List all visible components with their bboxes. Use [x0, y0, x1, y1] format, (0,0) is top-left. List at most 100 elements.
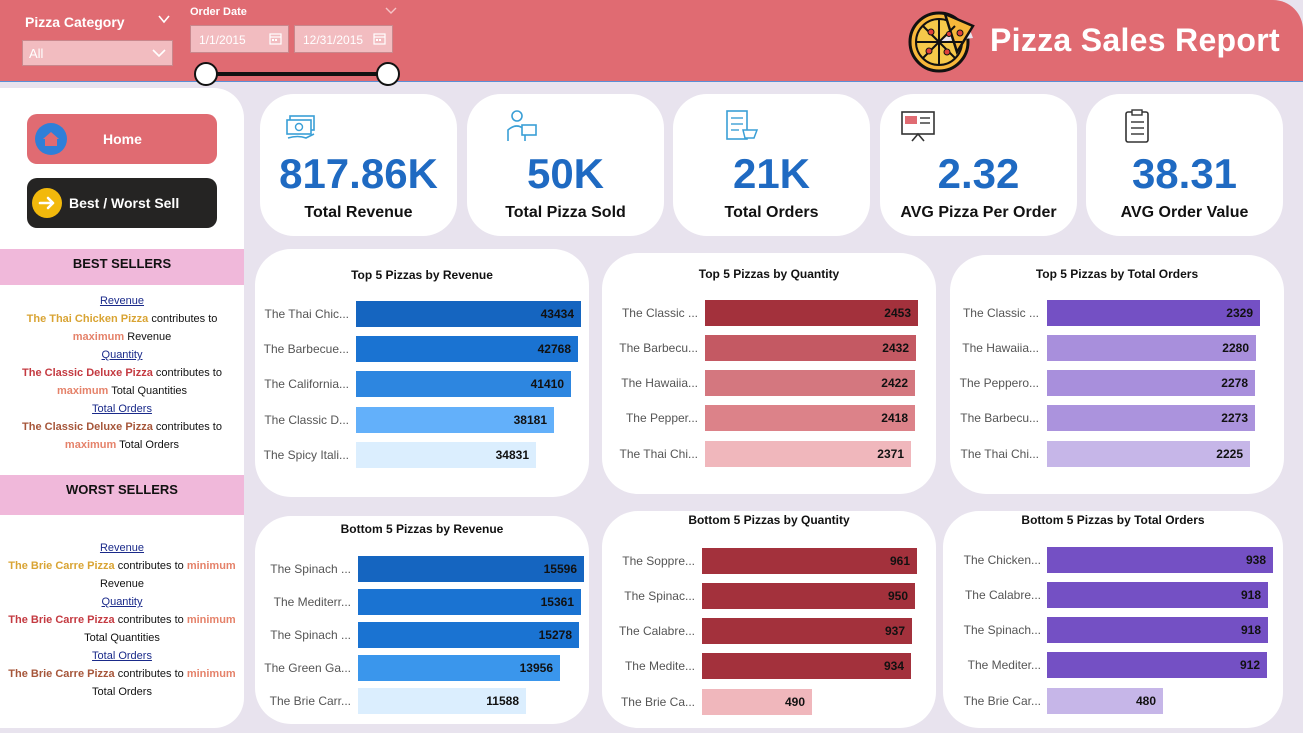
chart-data-label: 38181 — [513, 413, 547, 427]
end-date-input[interactable]: 12/31/2015 — [294, 25, 393, 53]
kpi-value: 2.32 — [937, 150, 1020, 197]
maximum-text: maximum — [72, 331, 125, 343]
chart-card-top-quantity: Top 5 Pizzas by Quantity The Classic ... 2… — [602, 253, 936, 494]
chart-category-label: The Thai Chi... — [619, 447, 698, 461]
chart-category-label: The Spinach ... — [270, 628, 351, 642]
chart-category-label: The Spinach... — [963, 623, 1041, 637]
maximum-text: maximum — [64, 439, 117, 451]
pizza-logo-icon — [908, 11, 975, 73]
chart-category-label: The Pepper... — [625, 411, 698, 425]
contributes-text: contributes to — [155, 421, 222, 433]
best-orders-pizza: The Classic Deluxe Pizza — [22, 421, 153, 433]
kpi-caption: Total Pizza Sold — [505, 204, 626, 221]
delivery-icon — [507, 110, 537, 141]
chart-card-top-orders: Top 5 Pizzas by Total Orders The Classic … — [950, 255, 1284, 494]
chart-category-label: The Hawaiia... — [621, 376, 698, 390]
kpi-value: 50K — [526, 150, 605, 197]
chart-category-label: The Classic ... — [621, 306, 698, 320]
chart-data-label: 937 — [884, 624, 905, 638]
chart-data-label: 15596 — [543, 562, 577, 576]
chart-data-label: 43434 — [540, 307, 574, 321]
worst-quantity-link[interactable]: Quantity — [102, 596, 143, 608]
chart-data-label: 950 — [887, 589, 908, 603]
calendar-icon[interactable] — [269, 32, 282, 45]
best-quantity-link[interactable]: Quantity — [102, 349, 143, 361]
kpi-value: 38.31 — [1131, 150, 1238, 197]
chart-data-label: 11588 — [486, 694, 519, 708]
chart-data-label: 2371 — [877, 447, 904, 461]
worst-sellers-heading: WORST SELLERS — [0, 475, 244, 515]
checklist-cart-icon — [726, 110, 759, 140]
chevron-down-icon — [152, 49, 166, 58]
chart-category-label: The Hawaiia... — [962, 341, 1039, 355]
date-range-slider-track[interactable] — [206, 72, 388, 76]
contributes-text: contributes to — [117, 614, 184, 626]
chart-category-label: The Thai Chic... — [264, 307, 349, 321]
chart-data-label: 15361 — [540, 595, 574, 609]
chart-card-bottom-revenue: Bottom 5 Pizzas by Revenue The Spinach ..… — [255, 516, 589, 724]
chart-title: Top 5 Pizzas by Quantity — [698, 267, 840, 281]
chart-category-label: The Thai Chi... — [960, 447, 1039, 461]
chart-data-label: 490 — [784, 695, 805, 709]
minimum-text: minimum — [186, 668, 236, 680]
best-worst-sell-button[interactable]: Best / Worst Sell — [27, 178, 217, 228]
chart-title: Bottom 5 Pizzas by Revenue — [340, 522, 504, 536]
chart-data-label: 34831 — [495, 448, 529, 462]
chart-data-label: 938 — [1245, 553, 1266, 567]
pizza-category-value: All — [29, 46, 44, 61]
date-slider-end-handle[interactable] — [376, 62, 400, 86]
chart-data-label: 13956 — [519, 661, 553, 675]
kpi-value: 21K — [732, 150, 811, 197]
chart-data-label: 912 — [1239, 658, 1260, 672]
chart-data-label: 2432 — [882, 341, 909, 355]
chart-data-label: 2225 — [1216, 447, 1243, 461]
chart-category-label: The Calabre... — [964, 588, 1041, 602]
pizza-category-label: Pizza Category — [25, 14, 125, 30]
chart-category-label: The Classic ... — [962, 306, 1039, 320]
chart-category-label: The Calabre... — [618, 624, 695, 638]
total-orders-word: Total Orders — [92, 686, 152, 698]
chevron-down-icon[interactable] — [157, 12, 171, 26]
chart-data-label: 918 — [1240, 588, 1261, 602]
best-orders-link[interactable]: Total Orders — [92, 403, 152, 415]
pizza-category-select[interactable]: All — [22, 40, 173, 66]
chart-data-label: 961 — [889, 554, 910, 568]
worst-orders-link[interactable]: Total Orders — [92, 650, 152, 662]
left-panel: Home Best / Worst Sell BEST SELLERS Reve… — [0, 88, 244, 728]
chart-card-bottom-orders: Bottom 5 Pizzas by Total Orders The Chick… — [943, 511, 1283, 728]
chart-category-label: The Barbecue... — [263, 342, 349, 356]
worst-revenue-link[interactable]: Revenue — [100, 542, 144, 554]
chart-data-label: 2273 — [1221, 411, 1248, 425]
kpi-caption: AVG Order Value — [1120, 204, 1249, 221]
chart-title: Top 5 Pizzas by Revenue — [351, 268, 493, 282]
best-revenue-link[interactable]: Revenue — [100, 295, 144, 307]
total-quantities-word: Total Quantities — [111, 385, 188, 397]
chart-data-label: 2422 — [881, 376, 908, 390]
date-slider-start-handle[interactable] — [194, 62, 218, 86]
chart-data-label: 480 — [1135, 694, 1156, 708]
total-quantities-word: Total Quantities — [84, 632, 160, 644]
home-icon — [35, 123, 67, 155]
report-title: Pizza Sales Report — [990, 22, 1280, 58]
best-worst-button-label: Best / Worst Sell — [69, 195, 180, 211]
header-bar: Pizza Category All Order Date 1/1/2015 1… — [0, 0, 1303, 86]
chart-data-label: 918 — [1240, 623, 1261, 637]
start-date-input[interactable]: 1/1/2015 — [190, 25, 289, 53]
minimum-text: minimum — [186, 614, 236, 626]
chart-card-top-revenue: Top 5 Pizzas by Revenue The Thai Chic... 4… — [255, 249, 589, 497]
chart-data-label: 15278 — [538, 628, 572, 642]
start-date-value: 1/1/2015 — [199, 33, 246, 47]
home-button-label: Home — [103, 131, 142, 147]
chart-category-label: The Spinac... — [624, 589, 695, 603]
chart-category-label: The Brie Carr... — [269, 694, 351, 708]
chart-data-label: 2418 — [881, 411, 908, 425]
clipboard-icon — [1125, 109, 1149, 143]
home-button[interactable]: Home — [27, 114, 217, 164]
best-sellers-heading: BEST SELLERS — [0, 249, 244, 285]
chevron-down-icon[interactable] — [385, 6, 397, 16]
order-date-label: Order Date — [190, 6, 247, 18]
monitor-icon — [901, 111, 935, 142]
chart-data-label: 41410 — [530, 377, 564, 391]
kpi-card-avg-order-value: 38.31 AVG Order Value — [1086, 94, 1283, 236]
calendar-icon[interactable] — [373, 32, 386, 45]
